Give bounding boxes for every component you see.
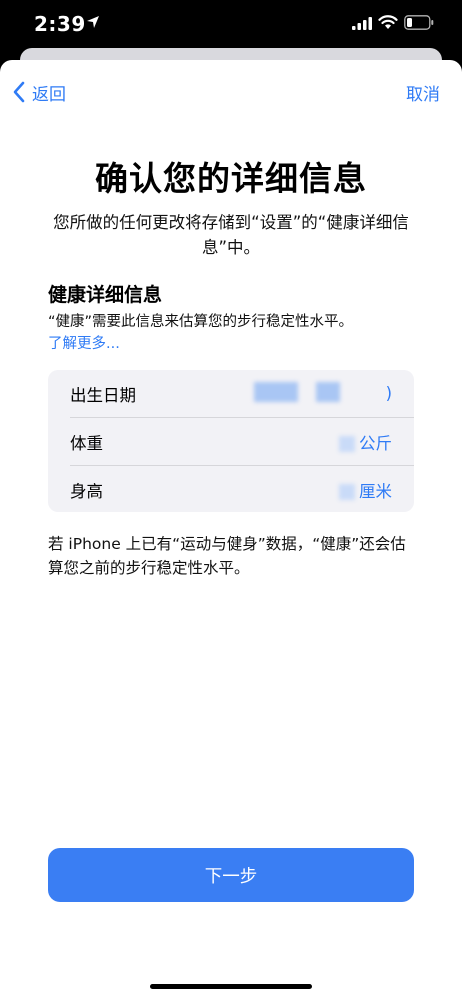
weight-value-group: 公斤 bbox=[339, 430, 392, 454]
location-arrow-icon bbox=[87, 16, 99, 28]
birthdate-row[interactable]: 出生日期 ) bbox=[48, 370, 414, 417]
back-button[interactable]: 返回 bbox=[12, 80, 66, 105]
cancel-button[interactable]: 取消 bbox=[406, 80, 440, 105]
height-label: 身高 bbox=[70, 481, 103, 501]
section-title: 健康详细信息 bbox=[48, 284, 163, 306]
next-button[interactable]: 下一步 bbox=[48, 848, 414, 902]
page-subtitle: 您所做的任何更改将存储到“设置”的“健康详细信息”中。 bbox=[53, 213, 409, 257]
learn-more-link[interactable]: 了解更多... bbox=[48, 332, 120, 353]
footnote-text: 若 iPhone 上已有“运动与健身”数据，“健康”还会估算您之前的步行稳定性水… bbox=[48, 535, 406, 577]
height-row[interactable]: 身高 厘米 bbox=[48, 466, 414, 513]
details-sheet: 返回 取消 确认您的详细信息 您所做的任何更改将存储到“设置”的“健康详细信息”… bbox=[0, 60, 462, 999]
weight-unit: 公斤 bbox=[359, 433, 392, 453]
status-bar: 2:39 bbox=[0, 0, 462, 52]
chevron-left-icon bbox=[13, 81, 25, 103]
weight-label: 体重 bbox=[70, 433, 103, 453]
birthdate-redacted bbox=[316, 382, 340, 402]
battery-icon bbox=[404, 15, 434, 30]
health-details-card: 出生日期 ) 体重 公斤 身高 厘米 bbox=[48, 370, 414, 512]
birthdate-label: 出生日期 bbox=[70, 385, 136, 405]
section-description: “健康”需要此信息来估算您的步行稳定性水平。 bbox=[48, 314, 354, 330]
status-time: 2:39 bbox=[34, 12, 86, 36]
wifi-icon bbox=[378, 15, 398, 29]
height-redacted bbox=[339, 484, 355, 500]
weight-row[interactable]: 体重 公斤 bbox=[48, 418, 414, 465]
height-value-group: 厘米 bbox=[339, 478, 392, 502]
birthdate-redacted bbox=[254, 382, 298, 402]
weight-redacted bbox=[339, 436, 355, 452]
birthdate-value: ) bbox=[385, 384, 392, 403]
cellular-signal-icon bbox=[352, 17, 372, 30]
page-title: 确认您的详细信息 bbox=[95, 159, 367, 198]
height-unit: 厘米 bbox=[359, 481, 392, 501]
home-indicator bbox=[150, 984, 312, 989]
back-label: 返回 bbox=[32, 84, 66, 105]
